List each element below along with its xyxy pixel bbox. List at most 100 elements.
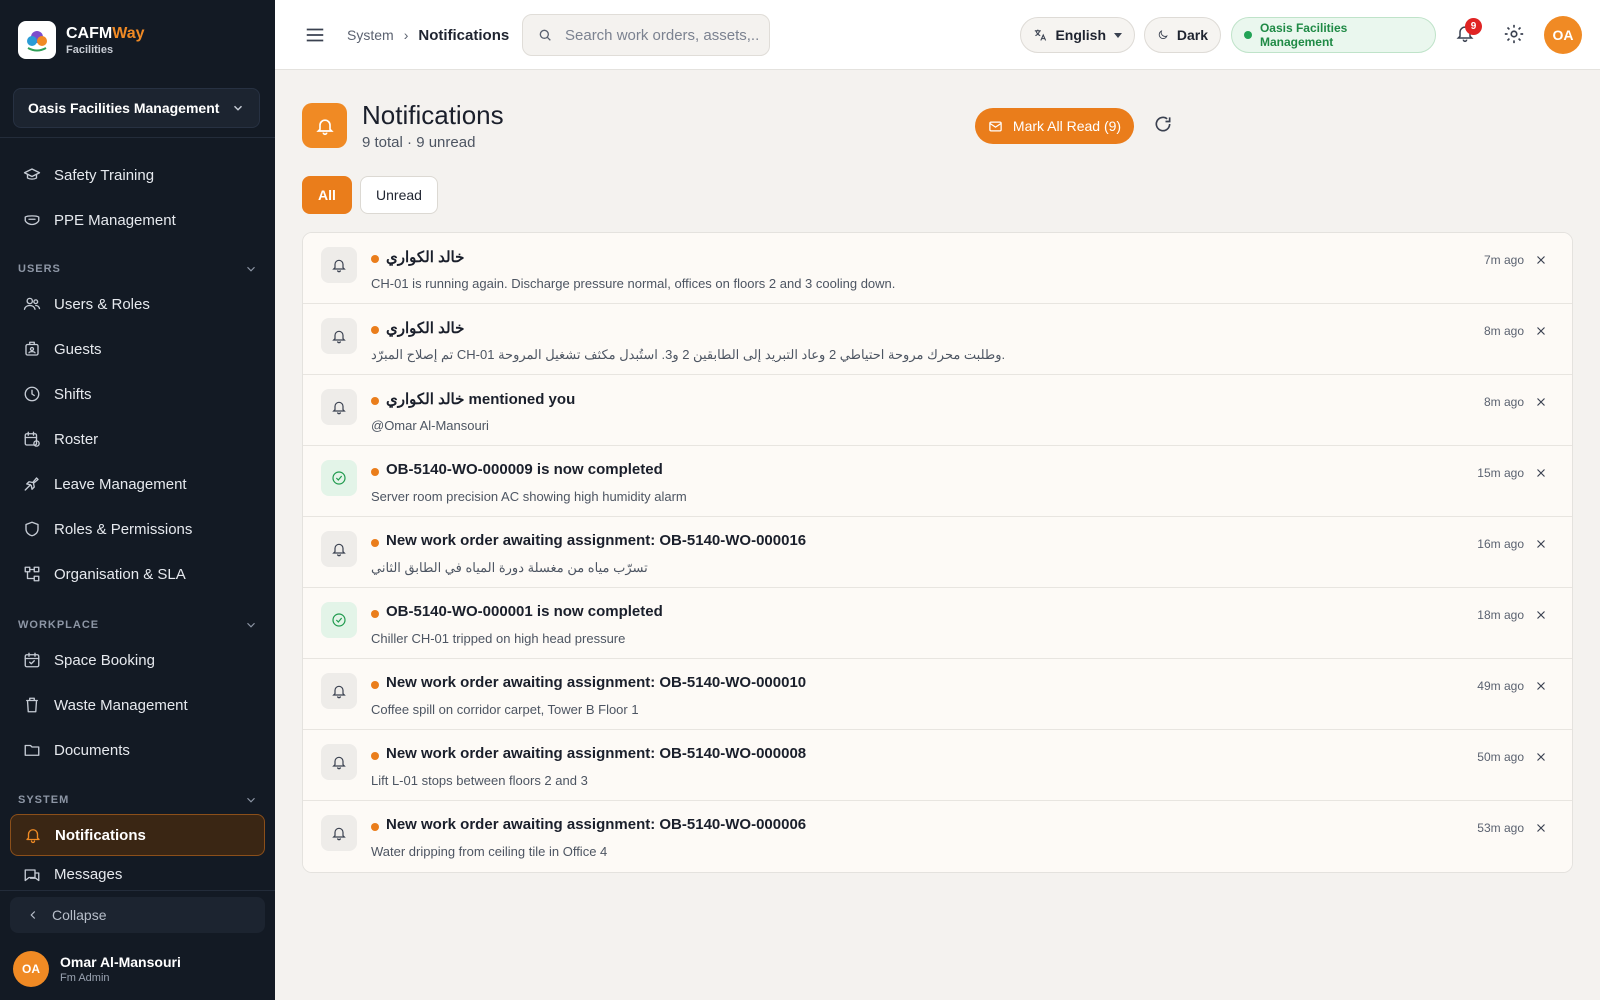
graduation-cap-icon	[22, 165, 42, 185]
tab-unread[interactable]: Unread	[360, 176, 438, 214]
notification-title: New work order awaiting assignment: OB-5…	[386, 816, 807, 833]
sidebar-item-waste-management[interactable]: Waste Management	[10, 685, 265, 725]
notification-title: New work order awaiting assignment: OB-5…	[386, 745, 807, 762]
avatar[interactable]: OA	[1544, 16, 1582, 54]
notification-time: 49m ago	[1477, 679, 1524, 693]
unread-dot	[371, 539, 379, 547]
user-card[interactable]: OA Omar Al-Mansouri Fm Admin	[13, 951, 181, 987]
section-title: WORKPLACE	[18, 619, 100, 631]
close-icon	[1537, 753, 1545, 761]
org-status-badge[interactable]: Oasis Facilities Management	[1231, 17, 1436, 53]
sidebar-item-documents[interactable]: Documents	[10, 730, 265, 770]
dismiss-button[interactable]	[1534, 466, 1550, 482]
sidebar-item-label: Notifications	[55, 826, 146, 844]
settings-button[interactable]	[1503, 23, 1527, 47]
sidebar-item-notifications[interactable]: Notifications	[10, 814, 265, 856]
breadcrumb-parent[interactable]: System	[347, 27, 394, 43]
notification-title: خالد الكواري	[386, 249, 465, 266]
sidebar-item-label: Guests	[54, 340, 102, 358]
section-users[interactable]: USERS	[18, 262, 258, 276]
search-box	[522, 14, 770, 56]
unread-dot	[371, 681, 379, 689]
unread-dot	[371, 610, 379, 618]
section-workplace[interactable]: WORKPLACE	[18, 618, 258, 632]
close-icon	[1537, 682, 1545, 690]
dismiss-button[interactable]	[1534, 679, 1550, 695]
notification-body: تم إصلاح المبرّد CH-01 وطلبت محرك مروحة …	[371, 347, 1006, 362]
refresh-icon	[1155, 116, 1171, 132]
sidebar-item-label: Safety Training	[54, 166, 155, 184]
mark-all-read-button[interactable]: Mark All Read (9)	[975, 108, 1134, 144]
section-system[interactable]: SYSTEM	[18, 793, 258, 807]
page-bell-icon	[302, 103, 347, 148]
bell-icon	[321, 673, 357, 709]
notification-item[interactable]: New work order awaiting assignment: OB-5…	[303, 659, 1572, 730]
theme-label: Dark	[1176, 27, 1208, 43]
sidebar-item-messages[interactable]: Messages	[10, 860, 265, 890]
sidebar-item-roles-permissions[interactable]: Roles & Permissions	[10, 509, 265, 549]
search-icon	[539, 29, 551, 41]
notification-item[interactable]: OB-5140-WO-000001 is now completed Chille…	[303, 588, 1572, 659]
menu-toggle-button[interactable]	[304, 24, 326, 46]
tab-all[interactable]: All	[302, 176, 352, 214]
notification-item[interactable]: OB-5140-WO-000009 is now completed Server…	[303, 446, 1572, 517]
sidebar: CAFMWay Facilities Oasis Facilities Mana…	[0, 0, 275, 1000]
language-select[interactable]: English	[1020, 17, 1135, 53]
sidebar-item-safety-training[interactable]: Safety Training	[10, 155, 265, 195]
refresh-button[interactable]	[1153, 114, 1177, 138]
bell-icon	[321, 744, 357, 780]
dismiss-button[interactable]	[1534, 324, 1550, 340]
check-circle-icon	[321, 460, 357, 496]
user-role: Fm Admin	[60, 972, 110, 984]
mask-icon	[22, 210, 42, 230]
org-select[interactable]: Oasis Facilities Management	[13, 88, 260, 128]
sidebar-item-space-booking[interactable]: Space Booking	[10, 640, 265, 680]
dismiss-button[interactable]	[1534, 750, 1550, 766]
sidebar-item-shifts[interactable]: Shifts	[10, 374, 265, 414]
breadcrumb-current: Notifications	[418, 26, 510, 44]
dismiss-button[interactable]	[1534, 608, 1550, 624]
sidebar-item-organisation-sla[interactable]: Organisation & SLA	[10, 554, 265, 594]
close-icon	[1537, 256, 1545, 264]
sidebar-item-users-roles[interactable]: Users & Roles	[10, 284, 265, 324]
org-status-label: Oasis Facilities Management	[1259, 21, 1348, 49]
sidebar-item-label: Documents	[54, 741, 130, 759]
sidebar-item-label: Shifts	[54, 385, 92, 403]
notification-time: 16m ago	[1477, 537, 1524, 551]
sidebar-item-leave-management[interactable]: Leave Management	[10, 464, 265, 504]
section-title: USERS	[18, 263, 61, 275]
dismiss-button[interactable]	[1534, 253, 1550, 269]
close-icon	[1537, 327, 1545, 335]
page-subtitle: 9 total · 9 unread	[362, 134, 476, 151]
notification-title: خالد الكواري	[386, 320, 465, 337]
search-input[interactable]	[565, 26, 760, 44]
notification-item[interactable]: خالد الكواري CH-01 is running again. Disc…	[303, 233, 1572, 304]
sidebar-item-ppe-management[interactable]: PPE Management	[10, 200, 265, 240]
notification-item[interactable]: New work order awaiting assignment: OB-5…	[303, 730, 1572, 801]
notification-item[interactable]: New work order awaiting assignment: OB-5…	[303, 801, 1572, 872]
page-title: Notifications	[362, 100, 504, 130]
bell-icon	[23, 825, 43, 845]
mail-icon	[989, 121, 1002, 131]
notification-item[interactable]: خالد الكواري تم إصلاح المبرّد CH-01 وطلبت…	[303, 304, 1572, 375]
sidebar-item-roster[interactable]: Roster	[10, 419, 265, 459]
breadcrumb: System › Notifications	[347, 0, 509, 70]
sidebar-item-guests[interactable]: Guests	[10, 329, 265, 369]
dismiss-button[interactable]	[1534, 537, 1550, 553]
brand[interactable]: CAFMWay Facilities	[0, 0, 275, 80]
sidebar-divider	[0, 890, 275, 891]
chevron-down-icon	[233, 105, 243, 111]
collapse-button[interactable]: Collapse	[10, 897, 265, 933]
mark-all-read-label: Mark All Read (9)	[1012, 118, 1122, 134]
dismiss-button[interactable]	[1534, 821, 1550, 837]
sidebar-item-label: Messages	[54, 866, 123, 883]
sidebar-divider	[0, 137, 275, 138]
topbar: System › Notifications English Dark Oasi…	[275, 0, 1600, 70]
notification-item[interactable]: خالد الكواري mentioned you @Omar Al-Manso…	[303, 375, 1572, 446]
notification-list: خالد الكواري CH-01 is running again. Disc…	[302, 232, 1573, 873]
notification-item[interactable]: New work order awaiting assignment: OB-5…	[303, 517, 1572, 588]
dismiss-button[interactable]	[1534, 395, 1550, 411]
theme-toggle[interactable]: Dark	[1144, 17, 1221, 53]
notification-time: 53m ago	[1477, 821, 1524, 835]
clock-icon	[22, 384, 42, 404]
